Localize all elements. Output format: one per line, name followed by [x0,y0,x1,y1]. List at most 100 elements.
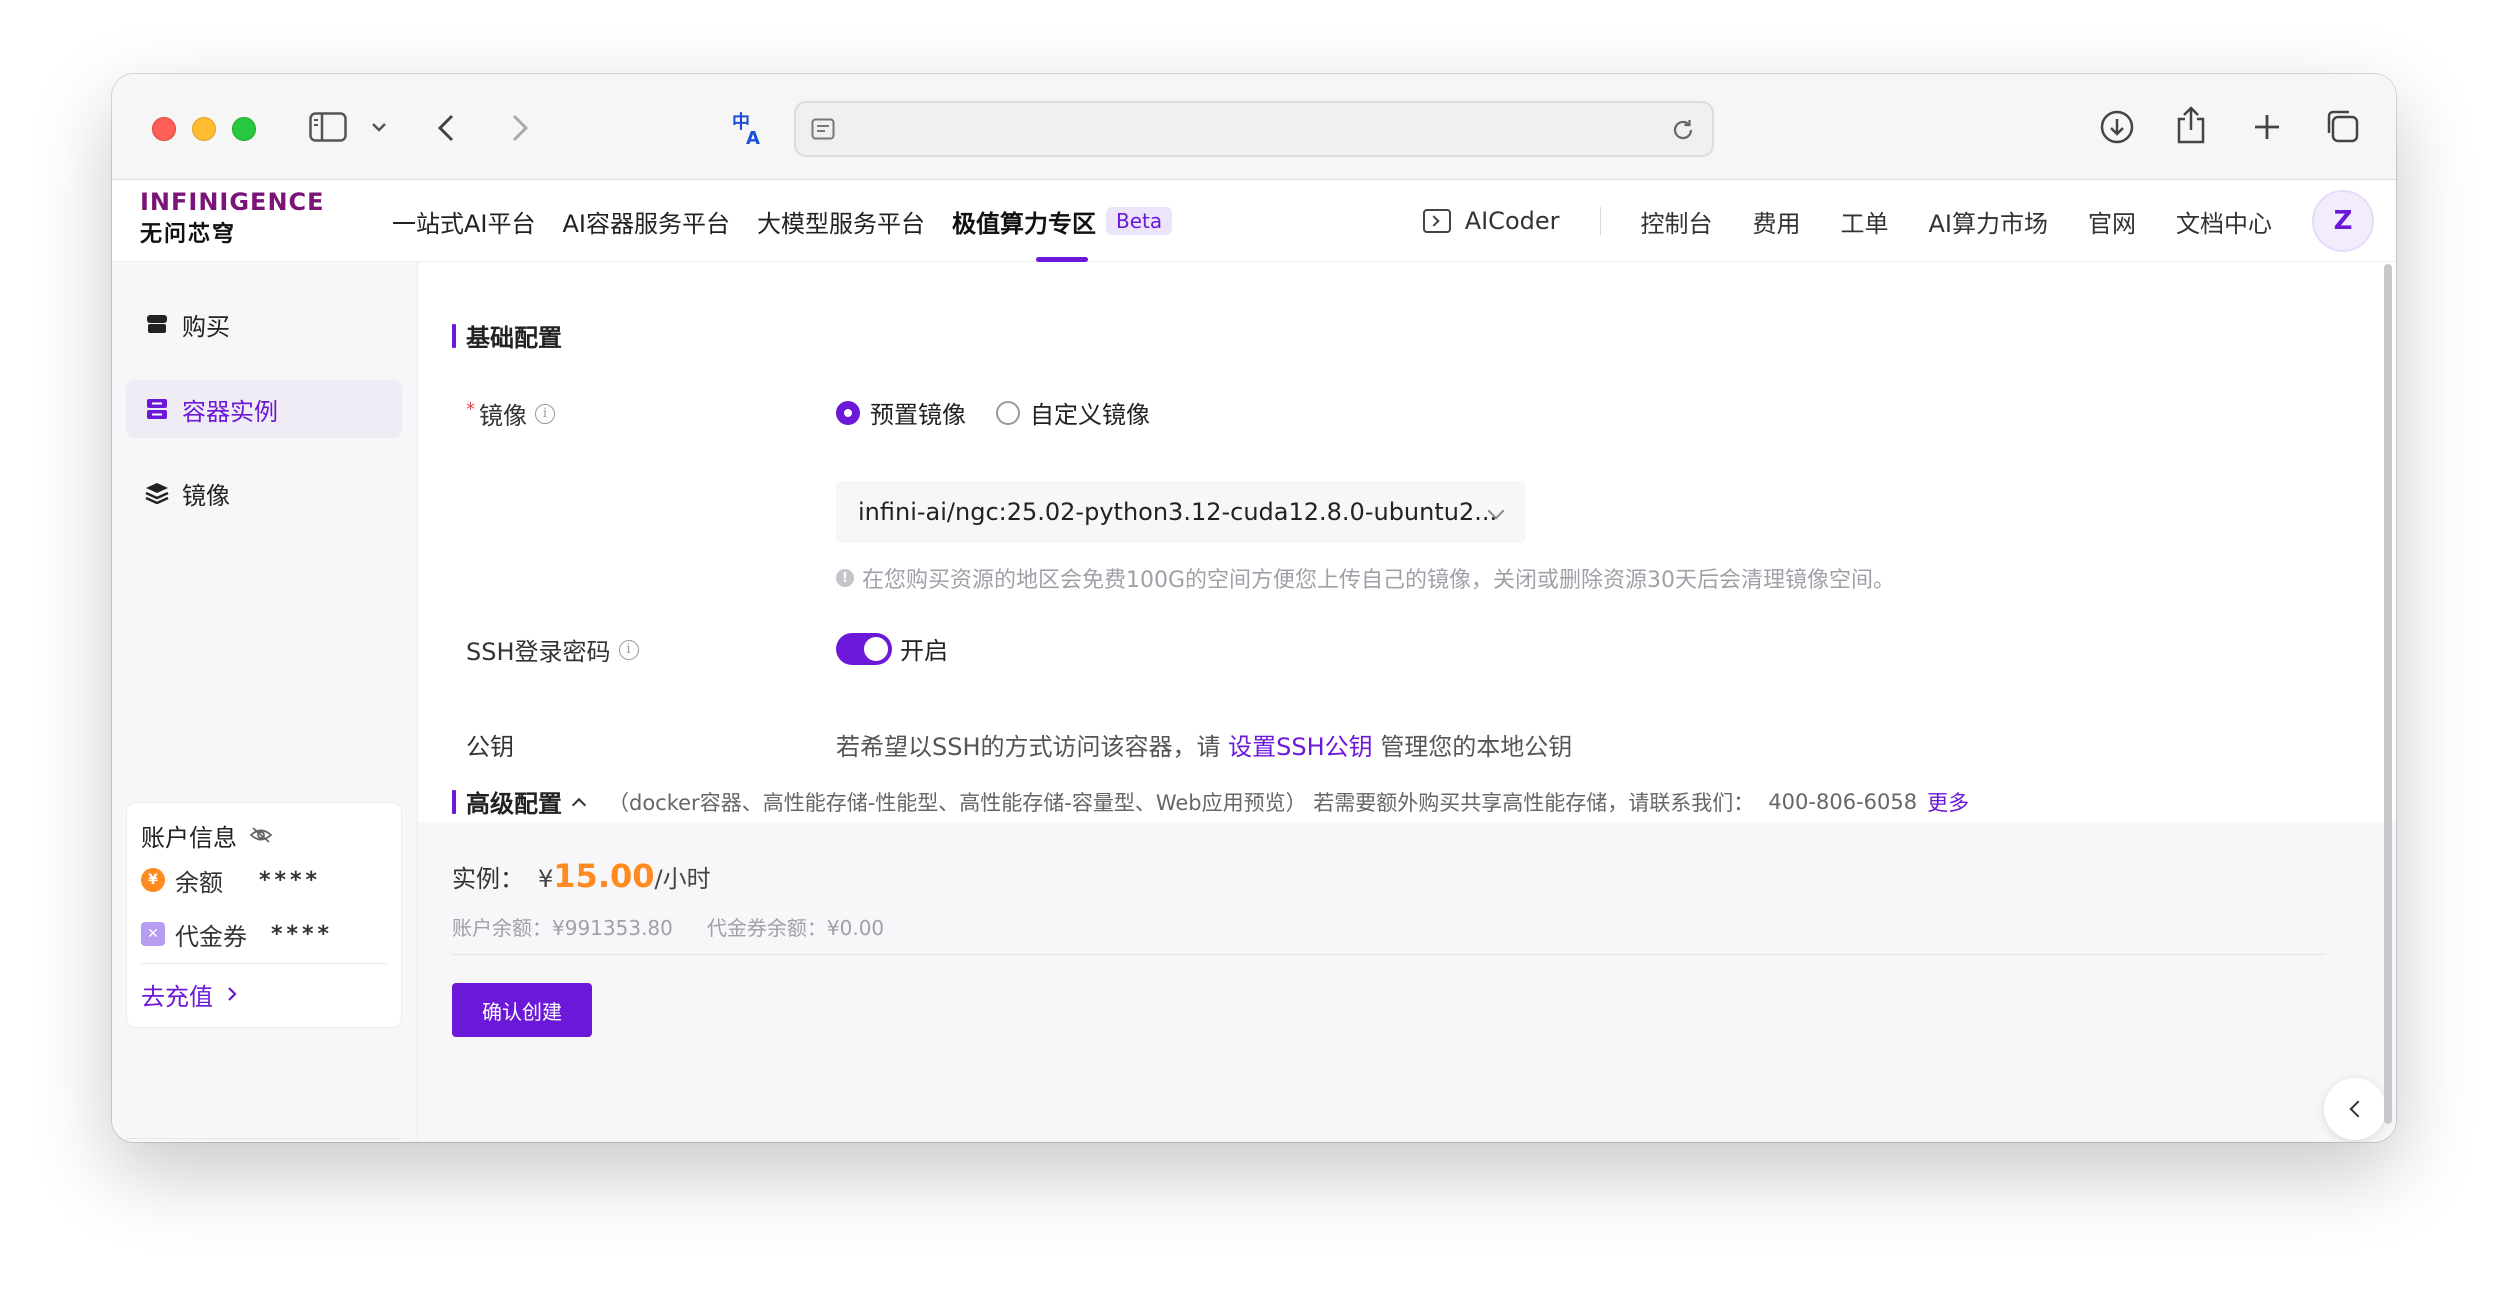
beta-badge: Beta [1106,207,1173,235]
set-ssh-key-link[interactable]: 设置SSH公钥 [1228,733,1373,761]
nav-label: AI容器服务平台 [562,209,731,238]
voucher-row: ✕ 代金券 **** [141,907,387,961]
collapse-panel-button[interactable] [2324,1078,2386,1140]
image-hint-text: 在您购买资源的地区会免费100G的空间方便您上传自己的镜像，关闭或删除资源30天… [862,568,1896,593]
reload-icon[interactable] [1670,117,1696,143]
info-icon[interactable]: i [618,639,639,660]
voucher-icon: ✕ [141,922,165,946]
new-tab-icon[interactable] [2250,110,2284,144]
chevron-down-icon[interactable] [370,118,388,136]
divider [141,963,387,964]
forward-icon[interactable] [508,112,532,144]
section-accent-bar [452,789,456,814]
image-select[interactable]: infini-ai/ngc:25.02-python3.12-cuda12.8.… [836,481,1526,543]
image-hint: ! 在您购买资源的地区会免费100G的空间方便您上传自己的镜像，关闭或删除资源3… [836,562,1895,594]
chevron-left-icon [2349,1100,2367,1118]
scrollbar[interactable] [2384,264,2392,1124]
nav-console[interactable]: 控制台 [1641,204,1713,239]
nav-extreme-compute-zone[interactable]: 极值算力专区 Beta [952,180,1173,262]
recharge-link[interactable]: 去充值 [141,972,387,1016]
sidebar-item-container-instance[interactable]: 容器实例 [126,380,402,438]
advanced-config-title: 高级配置 [466,790,562,818]
balance-value: **** [259,867,322,893]
account-info-card: 账户信息 ¥ 余额 **** ✕ 代金券 **** 去充值 [126,802,402,1028]
download-icon[interactable] [2098,108,2136,146]
account-info-title: 账户信息 [141,817,387,853]
nav-docs[interactable]: 文档中心 [2176,204,2272,239]
radio-preset-label[interactable]: 预置镜像 [870,395,966,430]
zoom-window-button[interactable] [232,117,256,141]
order-footer: 实例： ¥ 15.00 /小时 账户余额：¥991353.80 代金券余额：¥0… [418,822,2396,1142]
logo-chinese-name: 无问芯穹 [140,222,237,247]
image-type-radio-group: 预置镜像 自定义镜像 [836,395,1150,430]
avatar[interactable]: Z [2312,190,2374,252]
sidebar-toggle-icon[interactable] [308,110,348,144]
minimize-window-button[interactable] [192,117,216,141]
radio-custom-label[interactable]: 自定义镜像 [1030,395,1150,430]
nav-ai-compute-market[interactable]: AI算力市场 [1929,204,2049,239]
nav-tickets[interactable]: 工单 [1841,204,1889,239]
page-menu-icon[interactable] [810,117,836,141]
aicoder-label: AICoder [1464,207,1560,235]
public-key-label: 公钥 [466,727,514,762]
image-label: * 镜像 i [466,396,555,431]
nav-label: 极值算力专区 [952,209,1096,238]
translate-icon[interactable]: 中A [730,108,768,146]
brand-logo[interactable]: INFINIGENCE 无问芯穹 [140,188,325,248]
nav-one-stop-ai-platform[interactable]: 一站式AI平台 [392,180,536,262]
pubkey-text-after: 管理您的本地公钥 [1380,733,1573,761]
balance-summary: 账户余额：¥991353.80 代金券余额：¥0.00 [452,912,884,941]
eye-off-icon[interactable] [249,826,273,844]
confirm-create-button[interactable]: 确认创建 [452,983,592,1037]
info-icon[interactable]: i [535,403,555,424]
main-content: 基础配置 * 镜像 i 预置镜像 自定义镜像 infini-ai/ngc:25.… [418,262,2396,1142]
more-link[interactable]: 更多 [1927,787,1969,817]
nav-llm-service-platform[interactable]: 大模型服务平台 [757,180,925,262]
balance-row: ¥ 余额 **** [141,853,387,907]
price-unit: /小时 [654,865,711,893]
public-key-description: 若希望以SSH的方式访问该容器，请 设置SSH公钥 管理您的本地公钥 [836,727,1572,762]
sidebar-item-label: 镜像 [182,481,230,510]
voucher-value: **** [271,921,334,947]
back-icon[interactable] [434,112,458,144]
nav-label: 大模型服务平台 [757,209,925,238]
section-accent-bar [452,323,456,348]
ssh-toggle-wrapper: 开启 [836,631,948,666]
ssh-toggle-label: 开启 [900,637,948,665]
top-nav: 一站式AI平台 AI容器服务平台 大模型服务平台 极值算力专区 Beta [392,180,1199,262]
share-icon[interactable] [2174,104,2208,146]
info-circle-icon: ! [836,569,854,587]
basic-config-title: 基础配置 [452,318,562,353]
tabs-overview-icon[interactable] [2322,106,2362,146]
nav-ai-container-platform[interactable]: AI容器服务平台 [563,180,731,262]
radio-preset-image[interactable] [836,400,860,425]
app-header: INFINIGENCE 无问芯穹 一站式AI平台 AI容器服务平台 大模型服务平… [112,180,2396,262]
contact-phone: 400-806-6058 [1768,789,1918,814]
nav-billing[interactable]: 费用 [1753,204,1801,239]
chevron-up-icon[interactable] [571,797,587,812]
voucher-label: 代金券 [175,922,247,951]
nav-official-site[interactable]: 官网 [2088,204,2136,239]
account-info-label: 账户信息 [141,823,237,852]
advanced-config-header[interactable]: 高级配置 （docker容器、高性能存储-性能型、高性能存储-容量型、Web应用… [452,784,1969,819]
image-select-value: infini-ai/ngc:25.02-python3.12-cuda12.8.… [858,498,1498,526]
radio-custom-image[interactable] [996,400,1020,425]
shop-icon [144,311,170,337]
ssh-label-text: SSH登录密码 [466,638,611,666]
close-window-button[interactable] [152,117,176,141]
nav-divider [1599,207,1601,235]
address-bar[interactable] [794,101,1714,157]
ssh-toggle[interactable] [836,632,892,665]
required-mark: * [466,399,475,420]
price-amount: 15.00 [553,857,655,895]
public-key-label-text: 公钥 [466,733,514,761]
recharge-label: 去充值 [141,982,213,1011]
advanced-config-description: （docker容器、高性能存储-性能型、高性能存储-容量型、Web应用预览） 若… [608,790,1755,815]
aicoder-link[interactable]: AICoder [1422,207,1560,235]
sidebar-item-image[interactable]: 镜像 [126,464,402,522]
svg-text:A: A [746,128,760,146]
ssh-password-label: SSH登录密码 i [466,632,639,667]
logo-wordmark: INFINIGENCE [140,188,325,216]
pubkey-text-before: 若希望以SSH的方式访问该容器，请 [836,733,1221,761]
sidebar-item-purchase[interactable]: 购买 [126,295,402,353]
